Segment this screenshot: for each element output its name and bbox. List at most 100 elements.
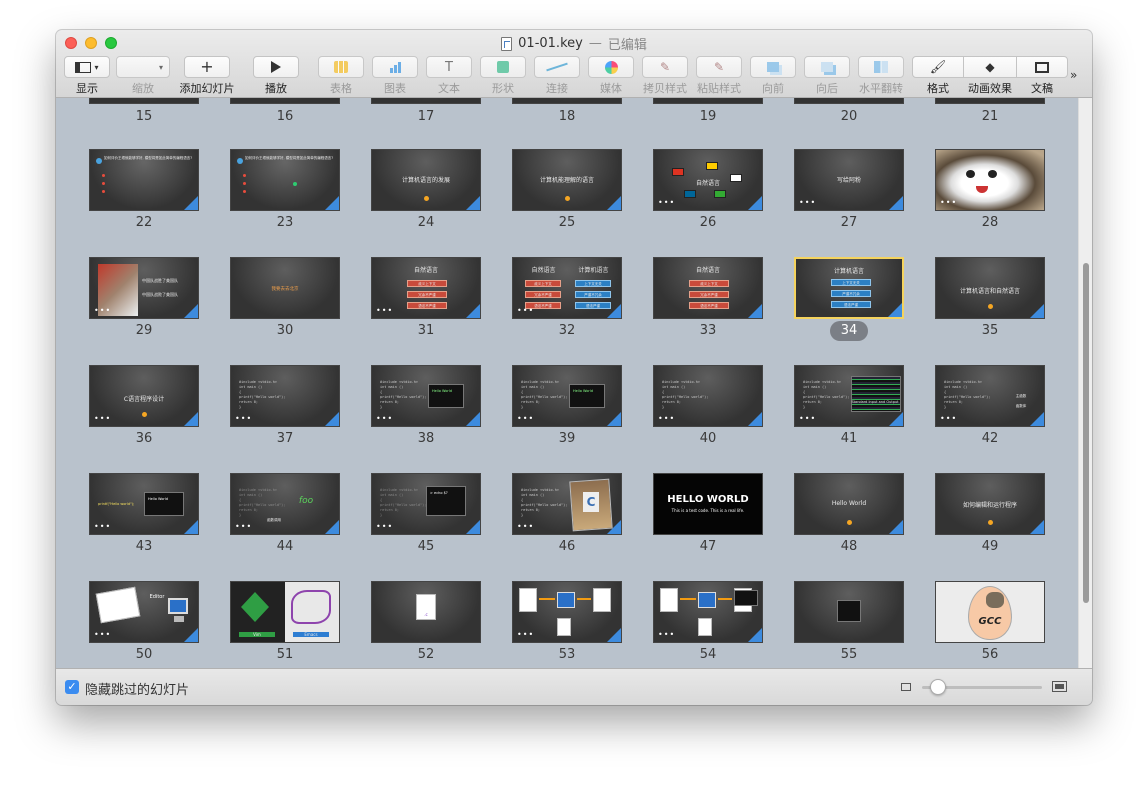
shape-icon bbox=[497, 61, 509, 73]
slide-thumbnail-49[interactable]: 如何编辑和运行程序 bbox=[935, 473, 1045, 535]
slide-thumbnail-37[interactable]: #include <stdio.h> int main (){ printf("H… bbox=[230, 365, 340, 427]
chart-button[interactable]: 图表 bbox=[372, 56, 418, 96]
slide-thumbnail-46[interactable]: #include <stdio.h> int main (){ printf("H… bbox=[512, 473, 622, 535]
slide-thumbnail-42[interactable]: #include <stdio.h> int main (){ printf("H… bbox=[935, 365, 1045, 427]
slide-thumbnail-28[interactable]: ••• bbox=[935, 149, 1045, 211]
zoom-out-icon[interactable] bbox=[901, 683, 911, 691]
shape-button[interactable]: 形状 bbox=[480, 56, 526, 96]
slide-thumbnail-34[interactable]: 计算机语言 上下文无关 严谨不冗余 语法严谨 bbox=[794, 257, 904, 319]
slide-number: 42 bbox=[981, 431, 999, 446]
computer-monitor-icon bbox=[168, 598, 188, 614]
slide-thumbnail-41[interactable]: #include <stdio.h> int main (){ printf("H… bbox=[794, 365, 904, 427]
slide-thumbnail-55[interactable] bbox=[794, 581, 904, 643]
slide-thumbnail[interactable] bbox=[230, 98, 340, 104]
paste-style-button[interactable]: ✎ 粘贴样式 bbox=[694, 56, 744, 96]
slide-thumbnail-23[interactable]: 如何评价王垠就能够学好, 模型将是如此简单的编程语言? bbox=[230, 149, 340, 211]
slide-title-text: 计算机语言和自然语言 bbox=[959, 288, 1020, 295]
slide-thumbnail[interactable] bbox=[512, 98, 622, 104]
slide-thumbnail-53[interactable]: ••• bbox=[512, 581, 622, 643]
connection-icon bbox=[546, 62, 568, 72]
flag-icon bbox=[706, 162, 718, 170]
emacs-logo bbox=[291, 590, 331, 624]
slide-thumbnail-27[interactable]: 写给阿粉 ••• bbox=[794, 149, 904, 211]
slide-title-text: Hello World bbox=[831, 500, 867, 507]
format-button[interactable]: 🖌 格式 bbox=[912, 56, 964, 96]
title-bar: 01-01.key — 已编辑 ▾ 显示 ▾ 缩放 + 添加幻灯片 播放 表格 … bbox=[56, 30, 1092, 98]
hide-skipped-checkbox[interactable]: ✓ bbox=[65, 680, 79, 694]
bring-forward-button[interactable]: 向前 bbox=[750, 56, 796, 96]
slide-thumbnail-48[interactable]: Hello World bbox=[794, 473, 904, 535]
terminal-window bbox=[734, 590, 758, 606]
terminal-window: > echo $? bbox=[426, 486, 466, 516]
slide-thumbnail-52[interactable]: .c bbox=[371, 581, 481, 643]
bring-forward-label: 向前 bbox=[762, 82, 784, 95]
slide-thumbnail-22[interactable]: 如何评价王垠就能够学好, 模型将是如此简单的编程语言? bbox=[89, 149, 199, 211]
slide-thumbnail-25[interactable]: 计算机能理解的语言 bbox=[512, 149, 622, 211]
slide-title-text: 自然语言 bbox=[695, 267, 720, 274]
scrollbar-thumb[interactable] bbox=[1083, 263, 1089, 603]
zoom-slider-knob[interactable] bbox=[930, 679, 946, 695]
slide-thumbnail-51[interactable]: Vim Emacs bbox=[230, 581, 340, 643]
media-button[interactable]: 媒体 bbox=[588, 56, 634, 96]
animate-button[interactable]: ◆ 动画效果 bbox=[963, 56, 1017, 96]
slide-question-text: 如何评价王垠就能够学好, 模型将是如此简单的编程语言? bbox=[104, 156, 193, 160]
slide-thumbnail-35[interactable]: 计算机语言和自然语言 bbox=[935, 257, 1045, 319]
text-button[interactable]: T 文本 bbox=[426, 56, 472, 96]
add-slide-button[interactable]: + 添加幻灯片 bbox=[176, 56, 238, 96]
slide-thumbnail-33[interactable]: 自然语言 歧义上下文 冗余不严谨 语法不严谨 bbox=[653, 257, 763, 319]
slide-thumbnail[interactable] bbox=[794, 98, 904, 104]
slide-thumbnail[interactable] bbox=[935, 98, 1045, 104]
terminal-screenshot bbox=[851, 376, 901, 412]
connection-button[interactable]: 连接 bbox=[534, 56, 580, 96]
code-line: } bbox=[803, 405, 806, 409]
slide-thumbnail-40[interactable]: #include <stdio.h> int main (){ printf("H… bbox=[653, 365, 763, 427]
view-button[interactable]: ▾ 显示 bbox=[62, 56, 112, 96]
slide-thumbnail-24[interactable]: 计算机语言的发展 bbox=[371, 149, 481, 211]
slide-thumbnail-50[interactable]: Editor ••• bbox=[89, 581, 199, 643]
chevron-double-right-icon[interactable]: » bbox=[1070, 68, 1077, 82]
document-button[interactable]: 文稿 bbox=[1016, 56, 1068, 96]
slide-thumbnail[interactable] bbox=[653, 98, 763, 104]
zoom-button[interactable]: ▾ 缩放 bbox=[116, 56, 170, 96]
slide-dots: ••• bbox=[517, 522, 535, 531]
table-label: 表格 bbox=[330, 82, 352, 95]
slide-thumbnail[interactable] bbox=[89, 98, 199, 104]
annotation-main: 主函数 bbox=[1015, 394, 1027, 398]
slide-thumbnail-36[interactable]: C语言程序设计 ••• bbox=[89, 365, 199, 427]
table-button[interactable]: 表格 bbox=[318, 56, 364, 96]
slide-thumbnail-39[interactable]: #include <stdio.h> int main (){ printf("H… bbox=[512, 365, 622, 427]
vertical-scrollbar[interactable] bbox=[1078, 98, 1092, 668]
terminal-window bbox=[837, 600, 861, 622]
slide-thumbnail-29[interactable]: 中国队战胜了美国队 中国队战败了美国队 ••• bbox=[89, 257, 199, 319]
flip-horizontal-button[interactable]: 水平翻转 bbox=[856, 56, 906, 96]
send-backward-button[interactable]: 向后 bbox=[804, 56, 850, 96]
document-label: 文稿 bbox=[1031, 82, 1053, 95]
slide-dots: ••• bbox=[658, 630, 676, 639]
shape-label: 形状 bbox=[492, 82, 514, 95]
bring-forward-icon bbox=[767, 62, 779, 72]
document-icon bbox=[1035, 61, 1049, 73]
slide-thumbnail-31[interactable]: 自然语言 歧义上下文 冗余不严谨 语法不严谨 ••• bbox=[371, 257, 481, 319]
play-button[interactable]: 播放 bbox=[252, 56, 300, 96]
slide-thumbnail[interactable] bbox=[371, 98, 481, 104]
slide-thumbnail-43[interactable]: printf("Hello world"); Hello World ••• bbox=[89, 473, 199, 535]
copy-style-button[interactable]: ✎ 拷贝样式 bbox=[640, 56, 690, 96]
slide-thumbnail-54[interactable]: ••• bbox=[653, 581, 763, 643]
slide-thumbnail-26[interactable]: 自然语言 ••• bbox=[653, 149, 763, 211]
slide-thumbnail-32[interactable]: 自然语言 计算机语言 歧义上下文 冗余不严谨 语法不严谨 上下文无关 严谨不冗余 语法严谨 ••… bbox=[512, 257, 622, 319]
c-letter-icon: C bbox=[583, 492, 599, 512]
slide-thumbnail-47[interactable]: HELLO WORLD This is a test code. This is … bbox=[653, 473, 763, 535]
red-label: 冗余不严谨 bbox=[407, 291, 447, 298]
slide-thumbnail-56[interactable]: GCC bbox=[935, 581, 1045, 643]
blue-label-text: 严谨不冗余 bbox=[584, 293, 602, 297]
slide-thumbnail-44[interactable]: #include <stdio.h> int main (){ printf("H… bbox=[230, 473, 340, 535]
slide-thumbnail-30[interactable]: 我要去去北京 bbox=[230, 257, 340, 319]
code-block: #include <stdio.h> int main (){ printf("H… bbox=[803, 380, 849, 410]
slide-thumbnail-38[interactable]: #include <stdio.h> int main (){ printf("H… bbox=[371, 365, 481, 427]
blue-label: 语法严谨 bbox=[831, 301, 871, 308]
zoom-in-icon[interactable] bbox=[1052, 681, 1067, 692]
red-label: 语法不严谨 bbox=[407, 302, 447, 309]
transition-corner-icon bbox=[184, 628, 198, 642]
slide-thumbnail-45[interactable]: #include <stdio.h> int main (){ printf("H… bbox=[371, 473, 481, 535]
slide-question-text: 如何评价王垠就能够学好, 模型将是如此简单的编程语言? bbox=[245, 156, 334, 160]
